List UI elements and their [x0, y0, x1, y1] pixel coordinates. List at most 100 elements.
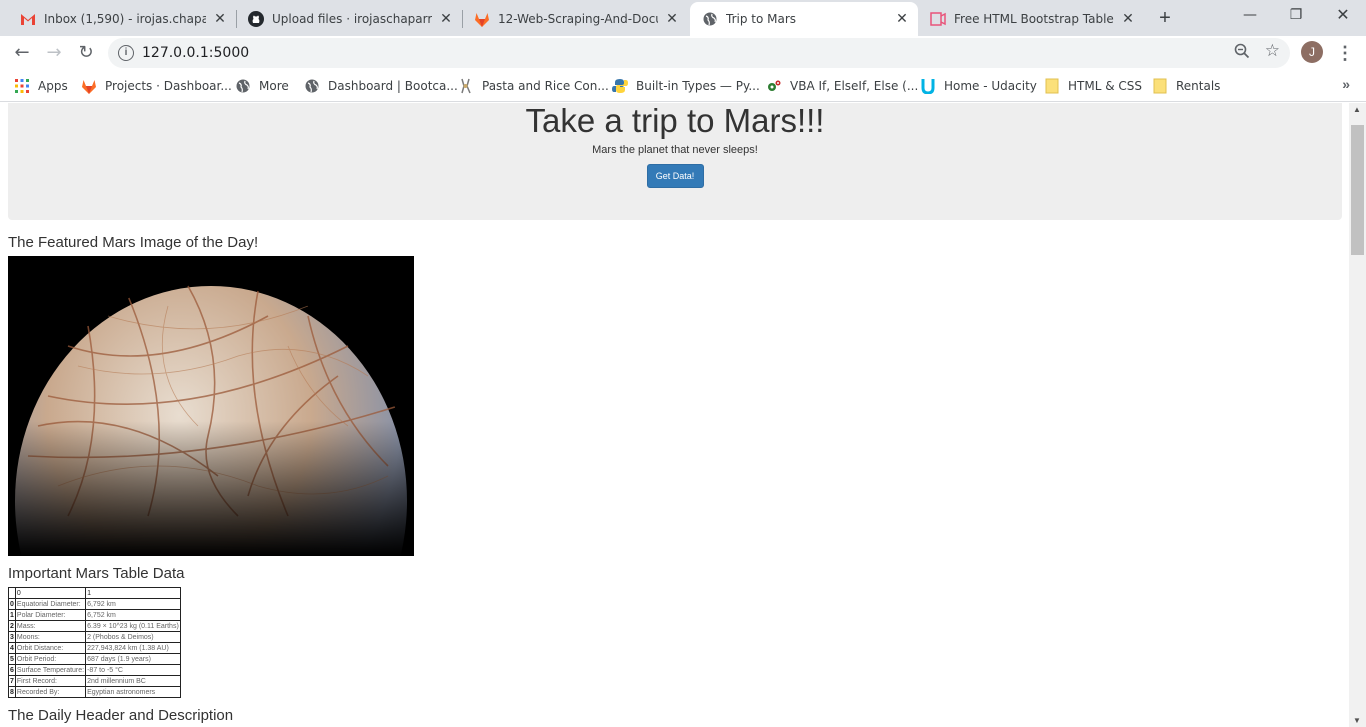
table-cell: 3 [8, 631, 16, 643]
table-row: 0 Equatorial Diameter: 6,792 km [8, 598, 181, 610]
close-icon[interactable]: ✕ [212, 11, 228, 27]
page-subtitle: Mars the planet that never sleeps! [592, 144, 758, 156]
mars-facts-table: 0 1 0 Equatorial Diameter: 6,792 km 1 Polar… [8, 587, 181, 698]
table-cell: 2 [8, 620, 16, 632]
table-cell: 2nd millennium BC [85, 675, 181, 687]
table-cell: 7 [8, 675, 16, 687]
table-cell: 6 [8, 664, 16, 676]
folder-icon [1152, 78, 1168, 94]
table-row: 4 Orbit Distance: 227,943,824 km (1.38 AU) [8, 642, 181, 654]
globe-icon [235, 78, 251, 94]
avatar[interactable]: J [1301, 41, 1323, 63]
bookmark-folder-html-css[interactable]: HTML & CSS [1044, 76, 1142, 96]
bookmark-apps[interactable]: Apps [14, 76, 68, 96]
table-icon [930, 11, 946, 27]
reload-button[interactable]: ↻ [73, 40, 99, 66]
scroll-up-icon[interactable]: ▲ [1353, 105, 1361, 114]
tab-github[interactable]: Upload files · irojaschaparro/W ✕ [236, 2, 462, 36]
github-icon [248, 11, 264, 27]
featured-image-title: The Featured Mars Image of the Day! [8, 234, 259, 251]
table-cell: 4 [8, 642, 16, 654]
bookmark-star-icon[interactable]: ☆ [1265, 41, 1280, 61]
get-data-button[interactable]: Get Data! [646, 164, 704, 188]
table-cell: -87 to -5 °C [85, 664, 181, 676]
jumbotron: Take a trip to Mars!!! Mars the planet t… [8, 103, 1342, 220]
table-cell: 6,752 km [85, 609, 181, 621]
tab-title: 12-Web-Scraping-And-Docum [498, 12, 658, 26]
tab-title: Inbox (1,590) - irojas.chaparro@ [44, 12, 206, 26]
bookmark-label: Projects · Dashboar... [105, 79, 232, 93]
chevron-right-icon[interactable]: » [1342, 76, 1350, 92]
tab-gitlab[interactable]: 12-Web-Scraping-And-Docum ✕ [462, 2, 688, 36]
globe-icon [702, 11, 718, 27]
table-row: 2 Mass: 6.39 × 10^23 kg (0.11 Earths) [8, 620, 181, 632]
bookmark-dashboard-bootcamp[interactable]: Dashboard | Bootca... [304, 76, 458, 96]
page-viewport: Take a trip to Mars!!! Mars the planet t… [0, 103, 1349, 727]
close-icon[interactable]: ✕ [438, 11, 454, 27]
scrollbar-thumb[interactable] [1351, 125, 1364, 255]
minimize-button[interactable]: — [1227, 0, 1273, 30]
close-window-button[interactable]: ✕ [1320, 0, 1366, 30]
close-icon[interactable]: ✕ [664, 11, 680, 27]
table-cell: 0 [8, 598, 16, 610]
bookmark-label: Rentals [1176, 79, 1221, 93]
fork-icon [458, 78, 474, 94]
gear-icon [766, 78, 782, 94]
table-cell: Polar Diameter: [14, 609, 87, 621]
table-cell: 6,792 km [85, 598, 181, 610]
tab-title: Free HTML Bootstrap Table Te [954, 12, 1114, 26]
address-bar[interactable]: i 127.0.0.1:5000 ☆ [108, 38, 1290, 68]
table-cell: 2 (Phobos & Deimos) [85, 631, 181, 643]
daily-header-title: The Daily Header and Description [8, 707, 234, 724]
bookmark-label: VBA If, ElseIf, Else (... [790, 79, 919, 93]
table-cell: Equatorial Diameter: [14, 598, 87, 610]
restore-button[interactable]: ❐ [1273, 0, 1319, 30]
table-row: 7 First Record: 2nd millennium BC [8, 675, 181, 687]
table-header-row: 0 1 [8, 587, 181, 599]
tab-strip: Inbox (1,590) - irojas.chaparro@ ✕ Uploa… [0, 0, 1366, 36]
table-cell: 6.39 × 10^23 kg (0.11 Earths) [85, 620, 181, 632]
bookmark-folder-rentals[interactable]: Rentals [1152, 76, 1220, 96]
table-header-cell: 1 [85, 587, 181, 599]
bookmark-python-builtin[interactable]: Built-in Types — Py... [612, 76, 760, 96]
tab-bootstrap-table[interactable]: Free HTML Bootstrap Table Te ✕ [918, 2, 1144, 36]
bookmark-projects[interactable]: Projects · Dashboar... [81, 76, 232, 96]
bookmark-label: Home - Udacity [944, 79, 1037, 93]
bookmark-label: HTML & CSS [1068, 79, 1142, 93]
apps-grid-icon [14, 78, 30, 94]
table-cell: 1 [8, 609, 16, 621]
scroll-down-icon[interactable]: ▼ [1353, 716, 1361, 725]
tab-gmail[interactable]: Inbox (1,590) - irojas.chaparro@ ✕ [8, 2, 236, 36]
close-icon[interactable]: ✕ [1120, 11, 1136, 27]
gitlab-icon [474, 11, 490, 27]
zoom-icon[interactable] [1234, 43, 1250, 63]
table-header-cell [8, 587, 16, 599]
bookmark-label: Pasta and Rice Con... [482, 79, 609, 93]
table-cell: Orbit Period: [14, 653, 87, 665]
globe-icon [304, 78, 320, 94]
bookmark-more[interactable]: More [235, 76, 289, 96]
udacity-icon [920, 78, 936, 94]
info-icon[interactable]: i [118, 45, 134, 61]
back-button[interactable]: ← [9, 40, 35, 66]
new-tab-button[interactable]: + [1153, 6, 1177, 30]
table-header-cell: 0 [14, 587, 87, 599]
table-row: 3 Moons: 2 (Phobos & Deimos) [8, 631, 181, 643]
table-row: 6 Surface Temperature: -87 to -5 °C [8, 664, 181, 676]
gitlab-icon [81, 78, 97, 94]
more-menu-icon[interactable]: ⋮ [1336, 40, 1354, 66]
table-row: 5 Orbit Period: 687 days (1.9 years) [8, 653, 181, 665]
table-cell: Recorded By: [14, 686, 87, 698]
forward-button[interactable]: → [41, 40, 67, 66]
bookmark-udacity[interactable]: Home - Udacity [920, 76, 1037, 96]
page-scrollbar[interactable]: ▲ ▼ [1349, 103, 1366, 727]
folder-icon [1044, 78, 1060, 94]
tab-trip-to-mars[interactable]: Trip to Mars ✕ [690, 2, 918, 36]
bookmark-pasta-rice[interactable]: Pasta and Rice Con... [458, 76, 609, 96]
close-icon[interactable]: ✕ [894, 11, 910, 27]
table-row: 1 Polar Diameter: 6,752 km [8, 609, 181, 621]
table-cell: Egyptian astronomers [85, 686, 181, 698]
bookmark-vba[interactable]: VBA If, ElseIf, Else (... [766, 76, 918, 96]
table-row: 8 Recorded By: Egyptian astronomers [8, 686, 181, 698]
url-text: 127.0.0.1:5000 [142, 45, 250, 61]
